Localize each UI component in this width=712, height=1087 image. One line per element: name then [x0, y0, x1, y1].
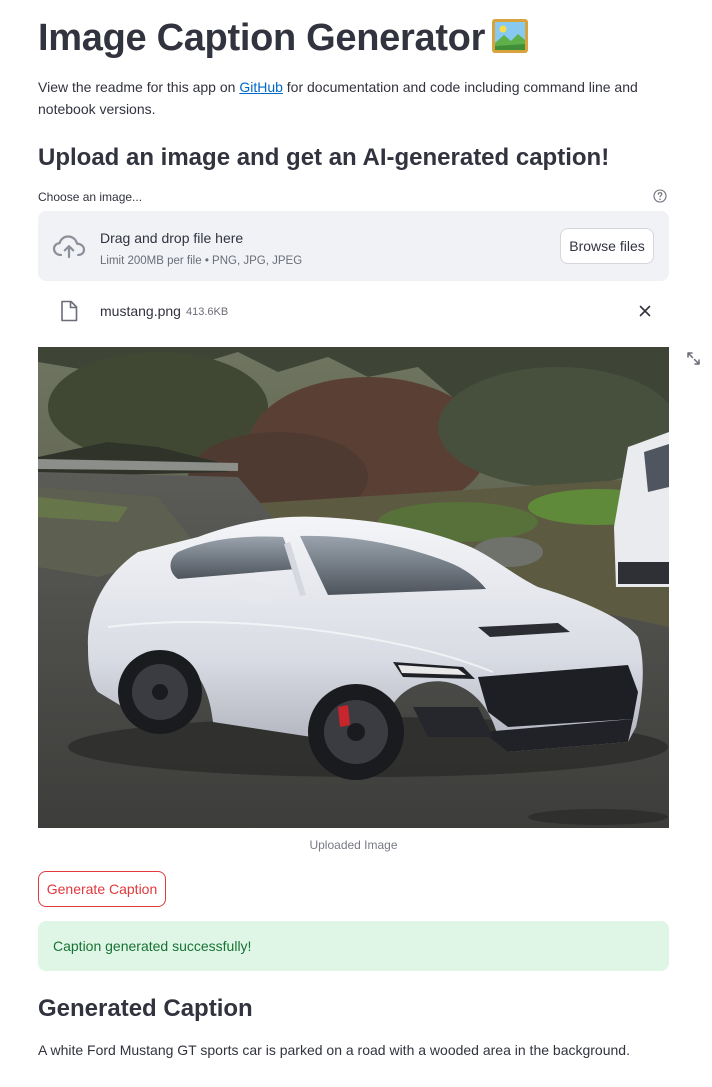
- uploaded-file-row: mustang.png 413.6KB: [38, 295, 669, 327]
- generated-caption-text: A white Ford Mustang GT sports car is pa…: [38, 1042, 630, 1058]
- dropzone-limit: Limit 200MB per file • PNG, JPG, JPEG: [100, 255, 303, 267]
- cloud-upload-icon: [52, 235, 86, 259]
- file-name: mustang.png: [100, 303, 181, 319]
- close-icon[interactable]: [637, 303, 653, 319]
- browse-files-button[interactable]: Browse files: [560, 228, 654, 264]
- app-page: Image Caption Generator View the readme …: [0, 0, 712, 1087]
- uploader-label: Choose an image...: [38, 190, 143, 204]
- generated-caption-heading: Generated Caption: [38, 995, 253, 1022]
- page-title: Image Caption Generator: [38, 14, 529, 62]
- upload-subtitle: Upload an image and get an AI-generated …: [38, 144, 610, 171]
- intro-text: View the readme for this app on GitHub f…: [38, 76, 638, 120]
- fullscreen-icon[interactable]: [686, 351, 701, 366]
- file-dropzone[interactable]: Drag and drop file here Limit 200MB per …: [38, 211, 669, 281]
- dropzone-instruction: Drag and drop file here: [100, 230, 244, 246]
- file-size: 413.6KB: [186, 306, 229, 318]
- file-icon: [61, 300, 78, 322]
- success-message: Caption generated successfully!: [53, 938, 252, 954]
- image-caption: Uploaded Image: [309, 838, 398, 852]
- page-title-text: Image Caption Generator: [38, 17, 486, 59]
- generate-caption-button[interactable]: Generate Caption: [38, 871, 166, 907]
- success-alert: Caption generated successfully!: [38, 921, 669, 971]
- intro-before-link: View the readme for this app on: [38, 79, 240, 95]
- github-link[interactable]: GitHub: [239, 79, 283, 95]
- uploaded-image: [38, 347, 669, 828]
- framed-picture-icon: [492, 19, 529, 53]
- question-circle-icon[interactable]: [653, 189, 667, 203]
- car-photo: [38, 347, 669, 828]
